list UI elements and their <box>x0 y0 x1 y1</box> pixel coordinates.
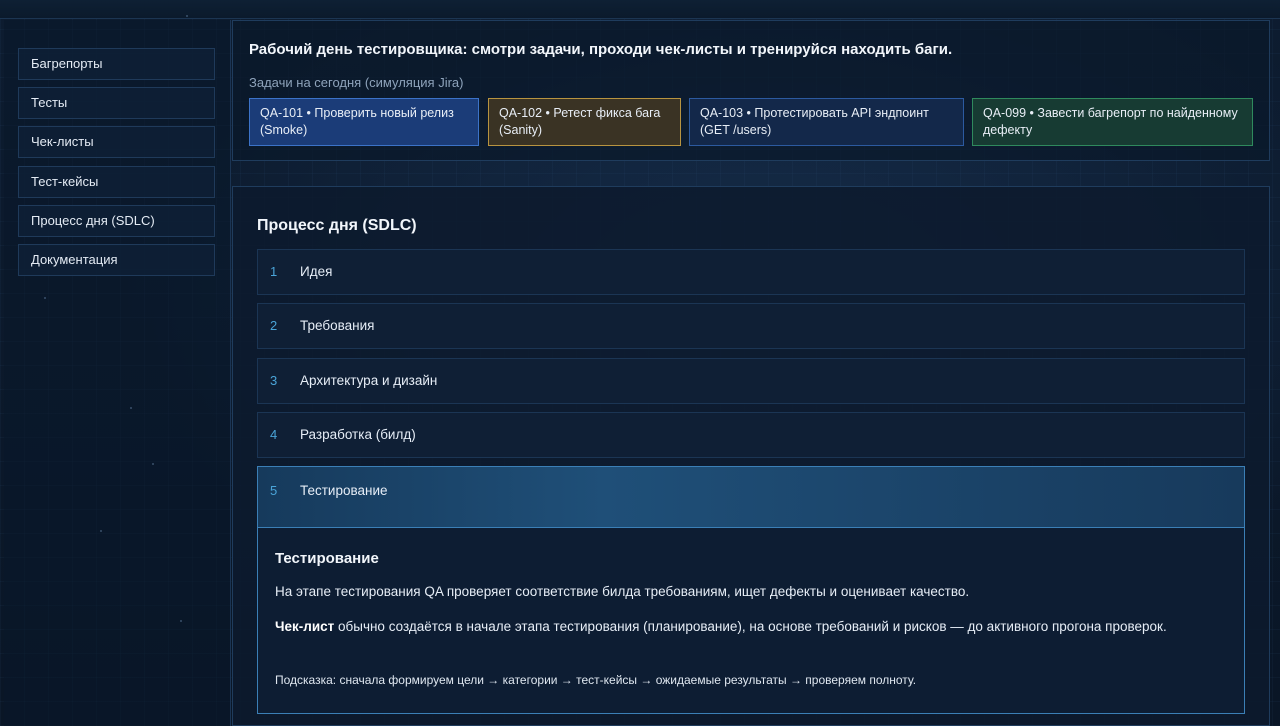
sidebar-item-checklists[interactable]: Чек-листы <box>18 126 215 158</box>
sidebar-item-bugreports[interactable]: Багрепорты <box>18 48 215 80</box>
background-star <box>152 463 154 465</box>
detail-checklist-text: обычно создаётся в начале этапа тестиров… <box>334 619 1167 634</box>
step-label: Идея <box>300 264 333 279</box>
sdlc-step-testing[interactable]: 5 Тестирование <box>257 466 1245 528</box>
top-bar <box>0 0 1280 19</box>
step-number: 4 <box>270 427 278 442</box>
step-label: Требования <box>300 318 375 333</box>
task-card-qa-102[interactable]: QA-102 • Ретест фикса бага (Sanity) <box>488 98 681 146</box>
sidebar-item-tests[interactable]: Тесты <box>18 87 215 119</box>
task-card-qa-101[interactable]: QA-101 • Проверить новый релиз (Smoke) <box>249 98 479 146</box>
sidebar-item-docs[interactable]: Документация <box>18 244 215 276</box>
sdlc-step-idea[interactable]: 1 Идея <box>257 249 1245 295</box>
section-title: Процесс дня (SDLC) <box>257 217 417 234</box>
detail-title: Тестирование <box>275 550 379 567</box>
background-star <box>130 407 132 409</box>
task-card-qa-099[interactable]: QA-099 • Завести багрепорт по найденному… <box>972 98 1253 146</box>
detail-checklist-note: Чек-лист обычно создаётся в начале этапа… <box>275 615 1225 639</box>
header-panel: Рабочий день тестировщика: смотри задачи… <box>232 20 1270 161</box>
sdlc-step-requirements[interactable]: 2 Требования <box>257 303 1245 349</box>
tasks-subtitle: Задачи на сегодня (симуляция Jira) <box>249 75 464 90</box>
step-number: 5 <box>270 483 278 498</box>
detail-checklist-term: Чек-лист <box>275 619 335 634</box>
detail-description: На этапе тестирования QA проверяет соотв… <box>275 584 970 599</box>
step-label: Тестирование <box>300 483 388 498</box>
step-detail-panel: Тестирование На этапе тестирования QA пр… <box>257 528 1245 714</box>
step-number: 3 <box>270 373 278 388</box>
sdlc-step-architecture[interactable]: 3 Архитектура и дизайн <box>257 358 1245 404</box>
step-label: Разработка (билд) <box>300 427 416 442</box>
sdlc-step-development[interactable]: 4 Разработка (билд) <box>257 412 1245 458</box>
task-card-qa-103[interactable]: QA-103 • Протестировать API эндпоинт (GE… <box>689 98 964 146</box>
background-star <box>186 15 188 17</box>
background-star <box>100 530 102 532</box>
step-label: Архитектура и дизайн <box>300 373 438 388</box>
sidebar: Багрепорты Тесты Чек-листы Тест-кейсы Пр… <box>4 20 231 726</box>
step-number: 2 <box>270 318 278 333</box>
step-number: 1 <box>270 264 278 279</box>
sdlc-panel: Процесс дня (SDLC) 1 Идея 2 Требования 3… <box>232 186 1270 726</box>
detail-hint: Подсказка: сначала формируем цели → кате… <box>275 673 917 687</box>
sidebar-item-sdlc[interactable]: Процесс дня (SDLC) <box>18 205 215 237</box>
sidebar-item-testcases[interactable]: Тест-кейсы <box>18 166 215 198</box>
page-title: Рабочий день тестировщика: смотри задачи… <box>249 41 953 58</box>
background-star <box>180 620 182 622</box>
background-star <box>44 297 46 299</box>
